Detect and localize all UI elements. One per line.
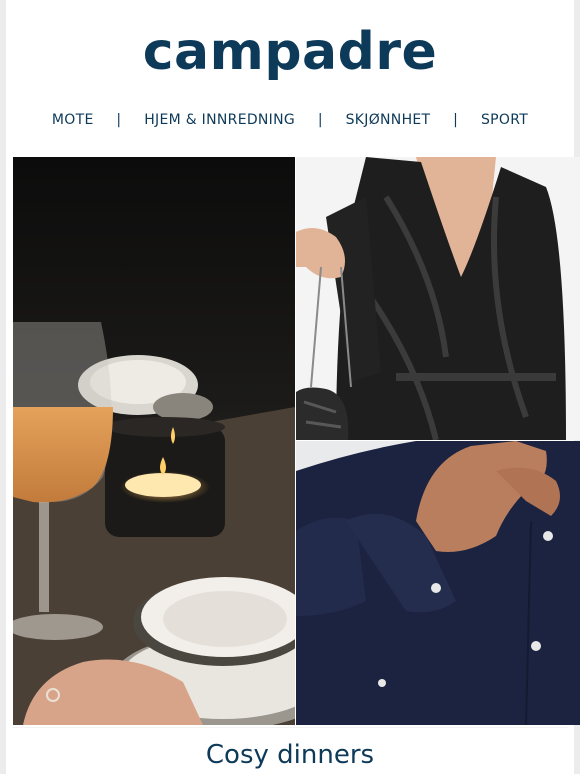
dress-image[interactable]	[296, 157, 580, 440]
nav-separator: |	[317, 112, 323, 128]
brand-logo[interactable]: campadre	[6, 22, 574, 82]
dinner-image[interactable]	[13, 157, 295, 725]
email-frame: campadre MOTE | HJEM & INNREDNING | SKJØ…	[0, 0, 580, 774]
nav-item-skjonnhet[interactable]: SKJØNNHET	[346, 112, 431, 128]
nav-item-hjem-innredning[interactable]: HJEM & INNREDNING	[144, 112, 295, 128]
nav-item-mote[interactable]: MOTE	[52, 112, 94, 128]
nav-separator: |	[453, 112, 459, 128]
nav-item-sport[interactable]: SPORT	[481, 112, 528, 128]
category-nav: MOTE | HJEM & INNREDNING | SKJØNNHET | S…	[6, 112, 574, 128]
shirt-image[interactable]	[296, 441, 580, 725]
nav-separator: |	[116, 112, 122, 128]
divider	[12, 727, 568, 728]
hero-image-grid	[13, 157, 580, 725]
section-title[interactable]: Cosy dinners	[6, 740, 574, 770]
